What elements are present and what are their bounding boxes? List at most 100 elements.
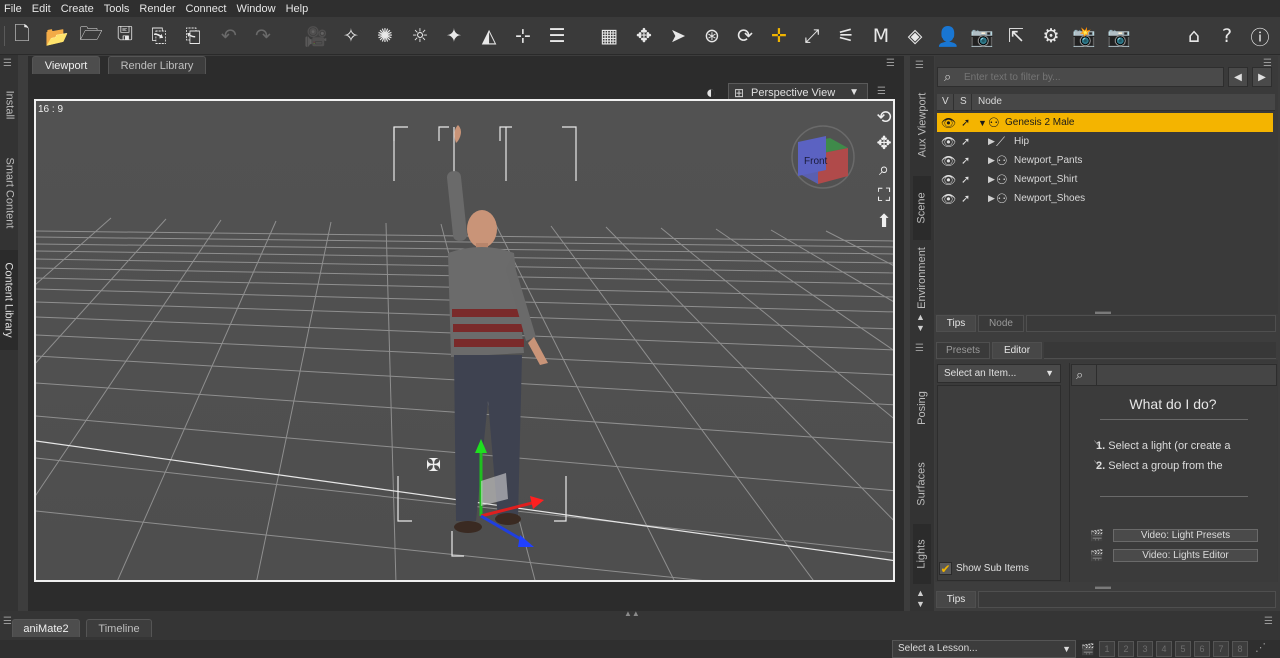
scroll-tabs-icon[interactable]: ▲ ▼ — [916, 312, 925, 334]
light-list[interactable] — [937, 385, 1061, 581]
frame-camera-icon[interactable]: ⛶ — [873, 184, 895, 206]
create-primitive-icon[interactable]: ◭ — [475, 22, 503, 50]
mid-panel-menu-icon[interactable]: ☰ — [915, 60, 924, 71]
3d-viewport[interactable]: ✠ — [34, 99, 895, 582]
geometry-editor-icon[interactable]: M — [867, 22, 895, 50]
scene-node-genesis-2-male[interactable]: 👁 ➚ ▼ ⚇ Genesis 2 Male — [937, 113, 1273, 132]
ds-home-icon[interactable]: ⌂ — [1180, 22, 1208, 50]
lesson-page-6[interactable]: 6 — [1194, 641, 1210, 657]
region-select-icon[interactable]: ⊛ — [698, 22, 726, 50]
joint-editor-icon[interactable]: ⚟ — [832, 22, 860, 50]
scene-node-newport-shirt[interactable]: 👁 ➚ ▶ ⚇ Newport_Shirt — [937, 170, 1273, 189]
property-search[interactable]: ⌕ — [1071, 364, 1277, 386]
pointer-icon[interactable]: ➚ — [961, 135, 970, 148]
tab-scene[interactable]: Scene — [913, 176, 931, 240]
select-lesson-dropdown[interactable]: Select a Lesson... ▼ — [892, 640, 1076, 658]
tab-smart-content[interactable]: Smart Content — [0, 140, 18, 245]
lesson-film-icon[interactable]: 🎬 — [1080, 641, 1096, 657]
menu-file[interactable]: File — [4, 3, 22, 15]
bottom-pane-grip-icon[interactable]: ☰ — [3, 616, 12, 627]
tab-node[interactable]: Node — [978, 315, 1024, 332]
pointer-icon[interactable]: ➚ — [961, 116, 970, 129]
tab-aux-viewport[interactable]: Aux Viewport — [913, 80, 931, 170]
active-pose-icon[interactable]: ⇱ — [1002, 22, 1030, 50]
tab-environment[interactable]: Environment — [913, 246, 931, 310]
viewport-menu-icon[interactable]: ☰ — [877, 86, 886, 97]
figure-setup-icon[interactable]: 👤 — [934, 22, 962, 50]
save-icon[interactable]: 🖫 — [111, 22, 139, 50]
menu-create[interactable]: Create — [61, 3, 94, 15]
eye-icon[interactable]: 👁 — [941, 135, 956, 149]
open-folder-icon[interactable]: 📂 — [43, 22, 71, 50]
create-spotlight-icon[interactable]: ✧ — [337, 22, 365, 50]
translate-tool-icon[interactable]: ✛ — [765, 22, 793, 50]
tab-viewport[interactable]: Viewport — [32, 56, 100, 74]
open-recent-icon[interactable]: 🗁 — [77, 22, 105, 50]
create-camera-icon[interactable]: 🎥 — [302, 22, 330, 50]
rotate-tool-icon[interactable]: ⟳ — [731, 22, 759, 50]
pan-camera-icon[interactable]: ✥ — [873, 132, 895, 154]
menu-tools[interactable]: Tools — [104, 3, 130, 15]
spot-render-icon[interactable]: ⚙ — [1037, 22, 1065, 50]
tab-tips-lights[interactable]: Tips — [936, 591, 976, 608]
menu-window[interactable]: Window — [236, 3, 275, 15]
back-button[interactable]: ◀ — [1228, 67, 1248, 87]
expand-icon[interactable]: ▶ — [988, 193, 995, 204]
create-pointlight-icon[interactable]: ✺ — [371, 22, 399, 50]
create-distantlight-icon[interactable]: ☼ — [406, 22, 434, 50]
universal-tool-icon[interactable]: ✥ — [630, 22, 658, 50]
reset-camera-icon[interactable]: ⬆ — [873, 210, 895, 232]
lesson-page-7[interactable]: 7 — [1213, 641, 1229, 657]
tab-install[interactable]: Install — [0, 75, 18, 135]
render-settings-icon[interactable]: 📸 — [1070, 22, 1098, 50]
redo-icon[interactable]: ↷ — [249, 22, 277, 50]
expand-icon[interactable]: ▶ — [988, 174, 995, 185]
tab-posing[interactable]: Posing — [913, 368, 931, 448]
lesson-page-2[interactable]: 2 — [1118, 641, 1134, 657]
render-icon[interactable]: 📷 — [1105, 22, 1133, 50]
orbit-camera-icon[interactable]: ⟲ — [873, 106, 895, 128]
eye-icon[interactable]: 👁 — [941, 154, 956, 168]
lesson-page-4[interactable]: 4 — [1156, 641, 1172, 657]
tab-render-library[interactable]: Render Library — [108, 56, 206, 74]
tab-content-library[interactable]: Content Library — [0, 250, 18, 350]
lesson-page-1[interactable]: 1 — [1099, 641, 1115, 657]
splitter-grip[interactable]: ▬▬ — [1095, 582, 1111, 591]
scene-node-hip[interactable]: 👁 ➚ ▶ ⟋ Hip — [937, 132, 1273, 151]
scene-node-newport-pants[interactable]: 👁 ➚ ▶ ⚇ Newport_Pants — [937, 151, 1273, 170]
zoom-camera-icon[interactable]: ⌕ — [873, 158, 895, 180]
menu-render[interactable]: Render — [139, 3, 175, 15]
show-sub-items-checkbox[interactable]: ✔ Show Sub Items — [939, 562, 1029, 576]
pointer-icon[interactable]: ➚ — [961, 154, 970, 167]
whats-this-icon[interactable]: ? — [1213, 22, 1241, 50]
node-selection-icon[interactable]: ➤ — [664, 22, 692, 50]
import-icon[interactable]: ⎘ — [145, 22, 173, 50]
create-linear-light-icon[interactable]: ✦ — [440, 22, 468, 50]
tab-lights[interactable]: Lights — [913, 524, 931, 584]
expand-icon[interactable]: ▶ — [988, 155, 995, 166]
undo-icon[interactable]: ↶ — [215, 22, 243, 50]
lesson-page-3[interactable]: 3 — [1137, 641, 1153, 657]
scene-node-newport-shoes[interactable]: 👁 ➚ ▶ ⚇ Newport_Shoes — [937, 189, 1273, 208]
tab-surfaces[interactable]: Surfaces — [913, 448, 931, 520]
lower-panel-menu-icon[interactable]: ☰ — [915, 343, 924, 354]
visibility-column-header[interactable]: V — [942, 96, 949, 107]
bottom-pane-menu-icon[interactable]: ☰ — [1264, 616, 1273, 627]
surface-selection-icon[interactable]: ◈ — [901, 22, 929, 50]
selectable-column-header[interactable]: S — [960, 96, 967, 107]
video-light-presets-button[interactable]: Video: Light Presets — [1113, 529, 1258, 542]
bottom-splitter-grip[interactable]: ▲▲ — [624, 609, 640, 618]
panel-menu-icon[interactable]: ☰ — [3, 58, 12, 69]
eye-icon[interactable]: 👁 — [941, 116, 956, 130]
node-column-header[interactable]: Node — [978, 96, 1002, 107]
new-file-icon[interactable]: 🗋 — [8, 22, 36, 50]
render-camera-icon[interactable]: 📷 — [968, 22, 996, 50]
help-icon[interactable]: ⓘ — [1246, 22, 1274, 50]
view-cube[interactable]: Front — [790, 124, 856, 190]
menu-edit[interactable]: Edit — [32, 3, 51, 15]
create-null-icon[interactable]: ⊹ — [509, 22, 537, 50]
eye-icon[interactable]: 👁 — [941, 192, 956, 206]
expand-icon[interactable]: ▶ — [988, 136, 995, 147]
eye-icon[interactable]: 👁 — [941, 173, 956, 187]
viewport-pane-menu-icon[interactable]: ☰ — [886, 58, 895, 69]
